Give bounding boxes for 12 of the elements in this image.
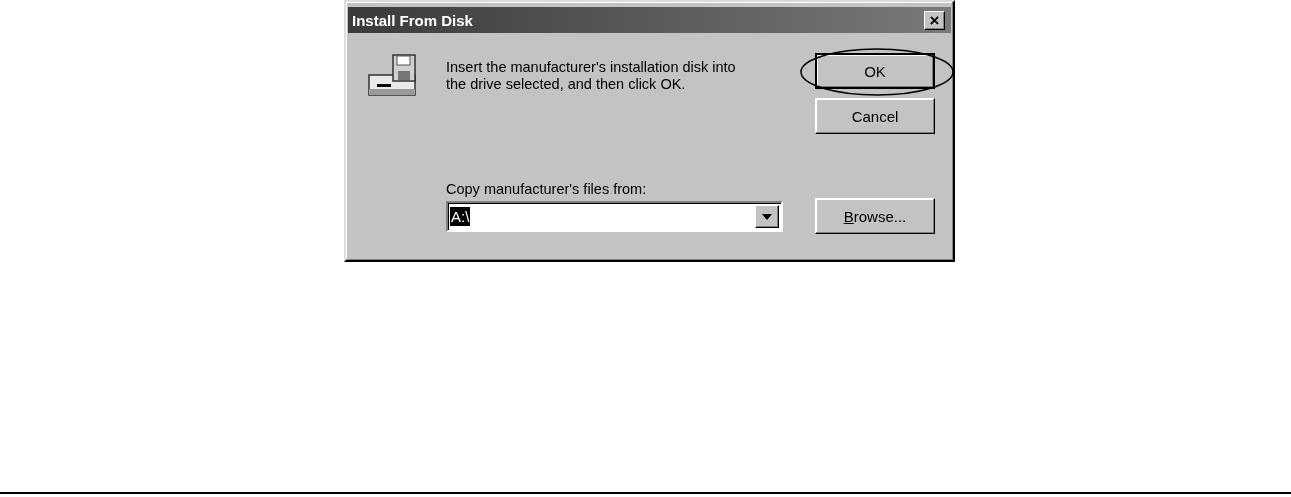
close-button[interactable]: × (924, 10, 945, 30)
window-title: Install From Disk (352, 11, 473, 29)
dropdown-button[interactable] (755, 205, 779, 228)
dialog-button[interactable]: Cancel (815, 98, 935, 134)
dropdown-arrow-icon (762, 213, 772, 220)
instruction-text: Insert the manufacturer's installation disk into the drive selected, and then click OK. (446, 59, 737, 94)
source-value: A:\ (450, 207, 471, 226)
source-label: Copy manufacturer's files from: (446, 181, 648, 197)
default-button[interactable]: OK (815, 53, 935, 89)
dialog-button[interactable]: Browse... (815, 198, 935, 234)
source-combo-box[interactable]: A:\ (446, 201, 783, 232)
disk-drive-icon (367, 53, 419, 99)
